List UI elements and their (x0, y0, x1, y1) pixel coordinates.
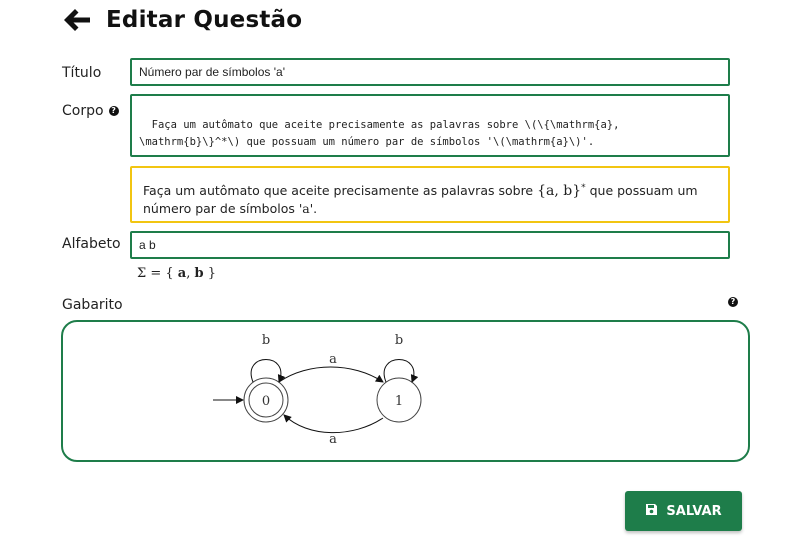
sigma-a: a (177, 266, 187, 281)
sigma-sep: , (186, 266, 191, 281)
sigma-display: Σ = { a, b } (137, 266, 216, 281)
preview-text-4: '. (309, 201, 318, 217)
arrow-left-icon[interactable] (62, 7, 92, 33)
corpo-label: Corpo (62, 103, 104, 119)
floppy-disk-icon (645, 503, 658, 520)
titulo-label: Título (62, 65, 102, 81)
state-0[interactable]: 0 (243, 377, 289, 423)
save-button[interactable]: SALVAR (625, 491, 742, 531)
corpo-value: Faça um autômato que aceite precisamente… (139, 119, 620, 148)
sigma-b: b (194, 266, 204, 281)
gabarito-label: Gabarito (62, 297, 123, 313)
alfabeto-label: Alfabeto (62, 236, 121, 252)
state-1[interactable]: 1 (376, 377, 422, 423)
page-title: Editar Questão (106, 7, 303, 33)
question-circle-icon[interactable]: ? (728, 297, 738, 307)
preview-text-3: número par de símbolos ' (143, 201, 303, 217)
transition-0-1[interactable] (278, 366, 384, 383)
sigma-prefix: Σ = { (137, 266, 174, 281)
transition-1-0[interactable] (283, 414, 384, 434)
page-header: Editar Questão (62, 4, 302, 36)
alfabeto-input[interactable]: a b (130, 231, 730, 259)
automaton-diagram[interactable]: 0 1 b b a a (63, 322, 748, 460)
transition-1-0-label: a (329, 432, 337, 447)
preview-text-2: que possuam um (585, 183, 698, 199)
preview-text-1: Faça um autômato que aceite precisamente… (143, 183, 538, 199)
corpo-preview: Faça um autômato que aceite precisamente… (130, 166, 730, 223)
transition-0-1-label: a (329, 352, 337, 367)
titulo-value: Número par de símbolos 'a' (139, 65, 285, 79)
preview-math-set: {a, b} (537, 183, 582, 200)
state-0-label: 0 (262, 394, 270, 409)
question-circle-icon[interactable]: ? (108, 106, 119, 116)
transition-1-1-label: b (395, 333, 403, 348)
titulo-input[interactable]: Número par de símbolos 'a' (130, 58, 730, 86)
transition-0-0-label: b (262, 333, 270, 348)
corpo-label-row: Corpo ? (62, 103, 119, 119)
resize-grip-icon[interactable] (718, 145, 726, 190)
save-label: SALVAR (666, 503, 722, 519)
state-1-label: 1 (395, 394, 403, 409)
automaton-editor[interactable]: 0 1 b b a a (61, 320, 750, 462)
corpo-textarea[interactable]: Faça um autômato que aceite precisamente… (130, 94, 730, 190)
alfabeto-value: a b (139, 238, 156, 252)
preview-math-a: a (302, 201, 310, 217)
sigma-suffix: } (207, 266, 216, 281)
